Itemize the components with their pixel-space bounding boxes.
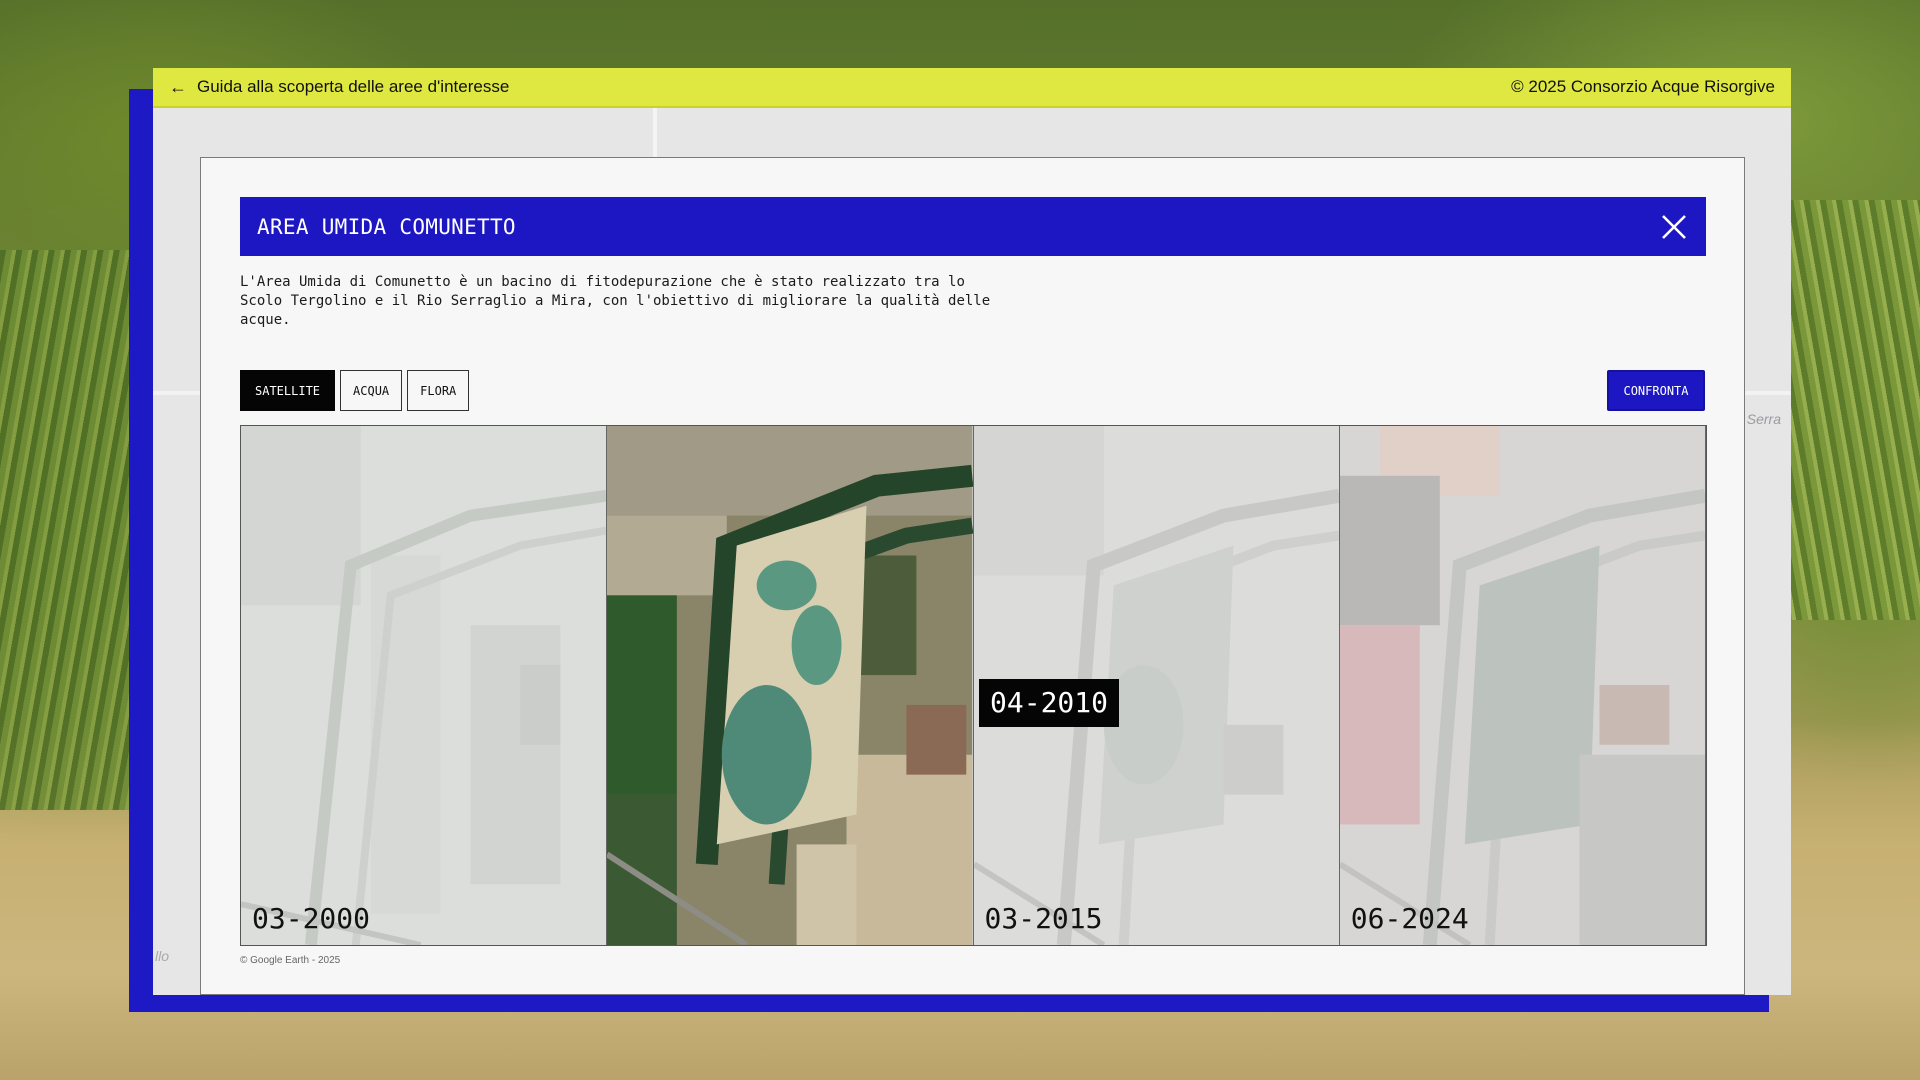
panel-header: AREA UMIDA COMUNETTO	[240, 197, 1706, 256]
back-link-label: Guida alla scoperta delle aree d'interes…	[197, 77, 510, 96]
image-credit: © Google Earth - 2025	[240, 955, 341, 966]
image-date-label: 06-2024	[1350, 902, 1469, 935]
copyright-text: © 2025 Consorzio Acque Risorgive	[1511, 77, 1775, 96]
satellite-photo-2024	[1339, 426, 1705, 945]
top-bar: ← Guida alla scoperta delle aree d'inter…	[153, 68, 1791, 108]
close-icon	[1662, 214, 1686, 239]
satellite-image-2024[interactable]: 06-2024	[1339, 426, 1706, 945]
arrow-left-icon: ←	[169, 77, 187, 97]
compare-button[interactable]: CONFRONTA	[1607, 370, 1705, 411]
tab-flora[interactable]: FLORA	[407, 370, 470, 411]
app-window: o Serra llo ← Guida alla scoperta delle …	[153, 68, 1791, 995]
image-date-label: 03-2015	[984, 902, 1103, 935]
panel-title: AREA UMIDA COMUNETTO	[257, 214, 516, 239]
satellite-photo-2010	[607, 426, 973, 945]
panel-description: L'Area Umida di Comunetto è un bacino di…	[240, 274, 991, 328]
satellite-image-2010[interactable]	[607, 426, 974, 945]
map-label-left: llo	[155, 948, 170, 964]
view-tabs: SATELLITE ACQUA FLORA	[240, 370, 470, 411]
hover-date-badge: 04-2010	[979, 679, 1120, 727]
image-date-label: 03-2000	[252, 902, 371, 935]
background-grass-right	[1780, 200, 1920, 620]
tab-satellite[interactable]: SATELLITE	[240, 370, 336, 411]
satellite-photo-2000	[241, 426, 607, 945]
background-grass-left	[0, 250, 140, 810]
satellite-timeline: 03-2000 03-2015 06-2024 04-2010	[240, 425, 1707, 946]
satellite-image-2000[interactable]: 03-2000	[241, 426, 608, 945]
back-link[interactable]: ← Guida alla scoperta delle aree d'inter…	[169, 77, 509, 97]
area-panel: AREA UMIDA COMUNETTO L'Area Umida di Com…	[200, 157, 1745, 995]
close-button[interactable]	[1658, 211, 1690, 243]
tab-acqua[interactable]: ACQUA	[340, 370, 403, 411]
